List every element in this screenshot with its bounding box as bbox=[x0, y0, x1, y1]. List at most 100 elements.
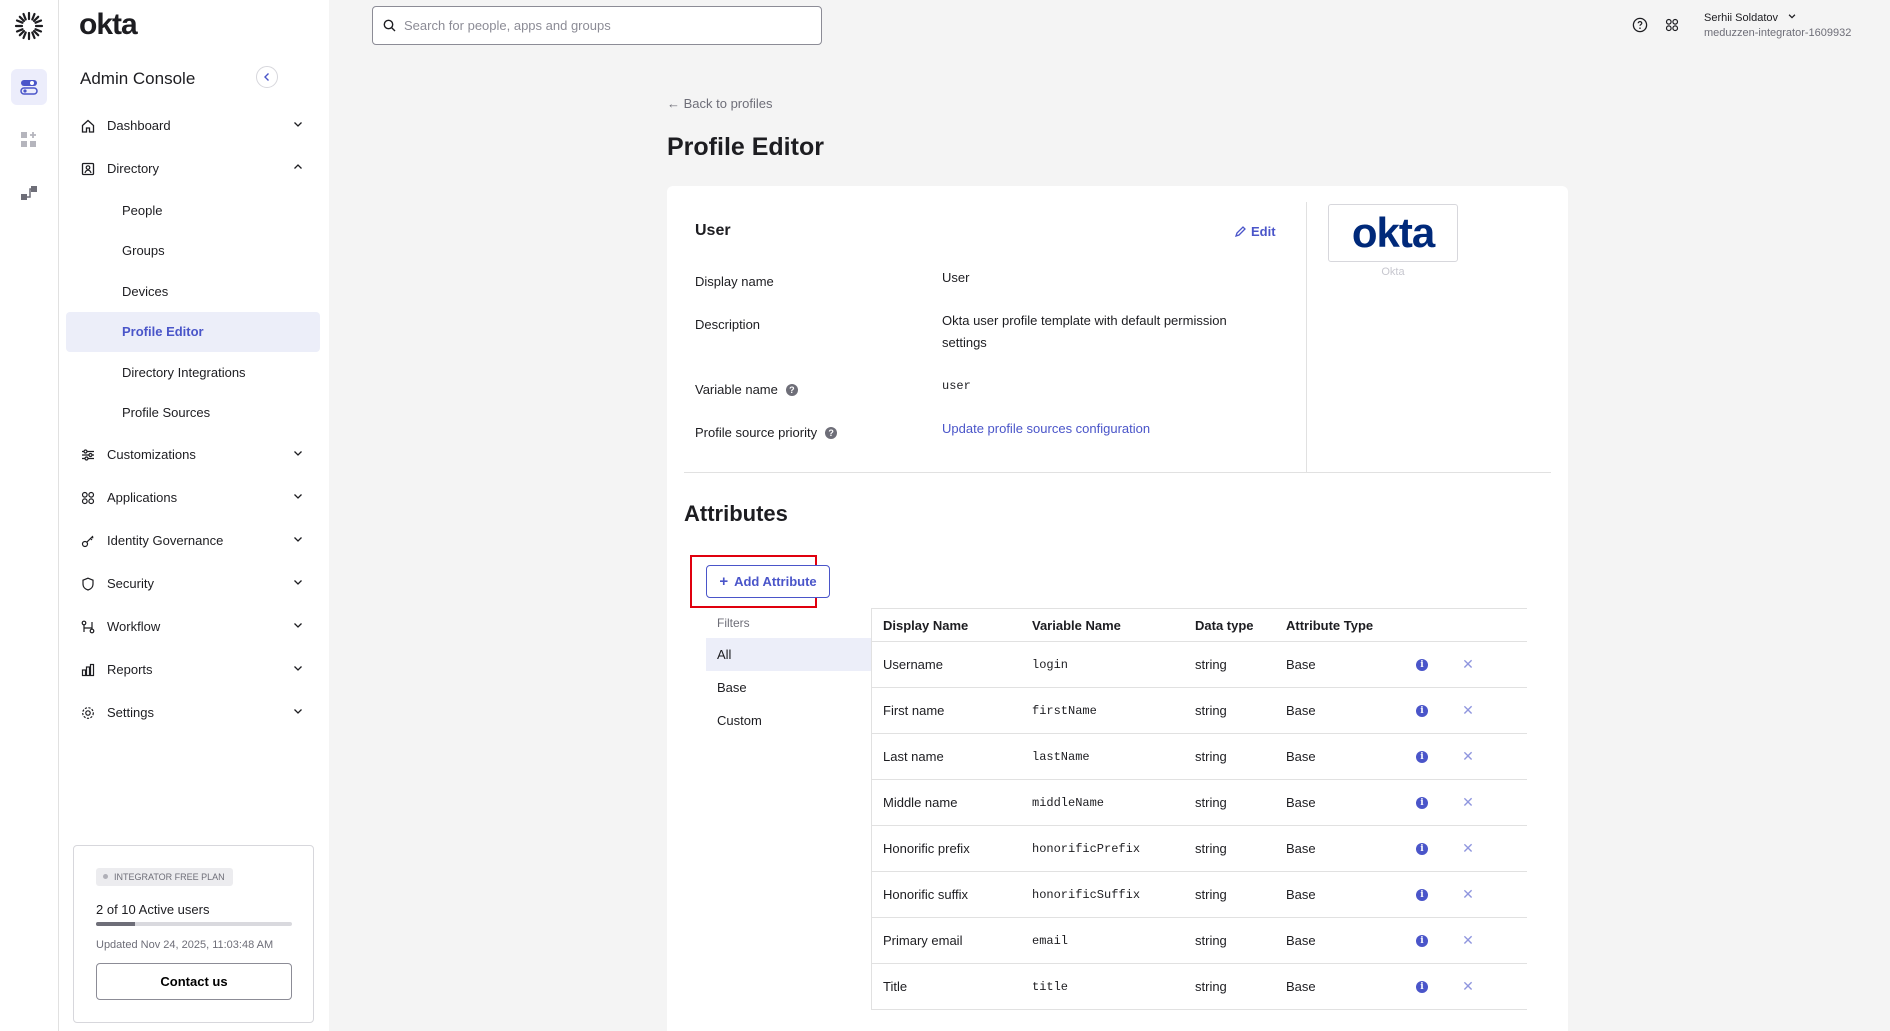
user-menu[interactable]: Serhii Soldatov bbox=[1704, 11, 1797, 24]
help-icon[interactable] bbox=[1631, 16, 1649, 34]
add-attribute-button[interactable]: + Add Attribute bbox=[706, 565, 830, 598]
table-header: Display Name Variable Name Data type Att… bbox=[872, 608, 1527, 642]
display-name-label: Display name bbox=[695, 274, 774, 289]
table-body: Username login string Base i ✕ First name first… bbox=[872, 642, 1527, 1010]
info-icon[interactable]: i bbox=[1416, 888, 1428, 901]
attribute-display-name[interactable]: Username bbox=[872, 657, 1032, 672]
filter-all[interactable]: All bbox=[706, 638, 871, 671]
nav-dashboard[interactable]: Dashboard bbox=[66, 104, 320, 147]
attributes-table: Display Name Variable Name Data type Att… bbox=[871, 608, 1527, 1010]
info-icon[interactable]: i bbox=[1416, 796, 1428, 809]
delete-icon[interactable]: ✕ bbox=[1462, 978, 1474, 995]
attribute-type: Base bbox=[1286, 841, 1316, 856]
variable-name-label: Variable name? bbox=[695, 382, 798, 397]
sidebar-item-people[interactable]: People bbox=[66, 190, 320, 231]
sidebar-nav: Dashboard Directory People Groups Device… bbox=[66, 104, 320, 734]
info-icon[interactable]: i bbox=[1416, 980, 1428, 993]
collapse-sidebar-button[interactable] bbox=[256, 66, 278, 88]
edit-profile-button[interactable]: Edit bbox=[1235, 224, 1276, 239]
attribute-display-name[interactable]: Last name bbox=[872, 749, 1032, 764]
attribute-variable-name: honorificSuffix bbox=[1032, 887, 1141, 902]
chevron-down-icon bbox=[294, 709, 302, 714]
integrations-icon[interactable] bbox=[11, 175, 47, 211]
nav-label: Reports bbox=[107, 662, 153, 677]
contact-us-button[interactable]: Contact us bbox=[96, 963, 292, 1000]
nav-directory[interactable]: Directory bbox=[66, 147, 320, 190]
nav-reports[interactable]: Reports bbox=[66, 648, 320, 691]
attribute-display-name[interactable]: Honorific suffix bbox=[872, 887, 1032, 902]
sidebar-item-groups[interactable]: Groups bbox=[66, 231, 320, 272]
attributes-title: Attributes bbox=[684, 501, 788, 526]
chevron-down-icon bbox=[294, 580, 302, 585]
info-icon[interactable]: i bbox=[1416, 750, 1428, 763]
info-icon[interactable]: i bbox=[1416, 704, 1428, 717]
attribute-type: Base bbox=[1286, 979, 1316, 994]
info-icon[interactable]: i bbox=[1416, 658, 1428, 671]
filter-base[interactable]: Base bbox=[706, 671, 871, 704]
logo-caption: Okta bbox=[1381, 266, 1405, 278]
nav-applications[interactable]: Applications bbox=[66, 476, 320, 519]
delete-icon[interactable]: ✕ bbox=[1462, 702, 1474, 719]
nav-label: Directory bbox=[107, 161, 160, 176]
org-name: meduzzen-integrator-1609932 bbox=[1704, 27, 1852, 39]
pencil-icon bbox=[1235, 226, 1246, 237]
delete-icon[interactable]: ✕ bbox=[1462, 794, 1474, 811]
home-icon bbox=[80, 118, 96, 134]
updated-timestamp: Updated Nov 24, 2025, 11:03:48 AM bbox=[96, 939, 274, 951]
app-switcher-icon[interactable] bbox=[1663, 16, 1681, 34]
attribute-display-name[interactable]: Primary email bbox=[872, 933, 1032, 948]
back-to-profiles-link[interactable]: ← Back to profiles bbox=[667, 96, 773, 111]
attribute-data-type: string bbox=[1195, 979, 1227, 994]
add-attribute-label: Add Attribute bbox=[734, 574, 817, 589]
attribute-variable-name: honorificPrefix bbox=[1032, 841, 1141, 856]
chevron-down-icon bbox=[294, 623, 302, 628]
help-icon[interactable]: ? bbox=[785, 383, 798, 396]
sidebar-item-devices[interactable]: Devices bbox=[66, 271, 320, 312]
attribute-type: Base bbox=[1286, 657, 1316, 672]
app-logo: okta bbox=[1328, 204, 1458, 262]
nav-security[interactable]: Security bbox=[66, 562, 320, 605]
column-header: Display Name bbox=[883, 617, 969, 633]
delete-icon[interactable]: ✕ bbox=[1462, 748, 1474, 765]
delete-icon[interactable]: ✕ bbox=[1462, 886, 1474, 903]
attribute-type: Base bbox=[1286, 887, 1316, 902]
attribute-display-name[interactable]: Honorific prefix bbox=[872, 841, 1032, 856]
chevron-left-icon bbox=[264, 73, 269, 81]
filters-heading: Filters bbox=[717, 616, 750, 630]
update-profile-sources-link[interactable]: Update profile sources configuration bbox=[942, 418, 1262, 440]
attribute-data-type: string bbox=[1195, 657, 1227, 672]
attribute-data-type: string bbox=[1195, 749, 1227, 764]
table-row: Honorific prefix honorificPrefix string Bas… bbox=[872, 826, 1527, 872]
sidebar-item-profile-sources[interactable]: Profile Sources bbox=[66, 393, 320, 434]
global-search[interactable] bbox=[372, 6, 822, 45]
delete-icon[interactable]: ✕ bbox=[1462, 840, 1474, 857]
filter-custom[interactable]: Custom bbox=[706, 704, 871, 737]
info-icon[interactable]: i bbox=[1416, 934, 1428, 947]
nav-workflow[interactable]: Workflow bbox=[66, 605, 320, 648]
okta-sunburst-icon[interactable] bbox=[14, 11, 44, 41]
nav-identity-governance[interactable]: Identity Governance bbox=[66, 519, 320, 562]
attribute-data-type: string bbox=[1195, 703, 1227, 718]
delete-icon[interactable]: ✕ bbox=[1462, 932, 1474, 949]
okta-logo[interactable]: okta bbox=[79, 8, 138, 42]
attribute-display-name[interactable]: Title bbox=[872, 979, 1032, 994]
delete-icon[interactable]: ✕ bbox=[1462, 656, 1474, 673]
plan-badge: INTEGRATOR FREE PLAN bbox=[96, 868, 233, 886]
search-input[interactable] bbox=[404, 18, 804, 33]
attribute-display-name[interactable]: First name bbox=[872, 703, 1032, 718]
chevron-down-icon bbox=[294, 537, 302, 542]
info-icon[interactable]: i bbox=[1416, 842, 1428, 855]
help-icon[interactable]: ? bbox=[825, 426, 838, 439]
nav-customizations[interactable]: Customizations bbox=[66, 433, 320, 476]
attribute-display-name[interactable]: Middle name bbox=[872, 795, 1032, 810]
attribute-data-type: string bbox=[1195, 933, 1227, 948]
profile-source-priority-label: Profile source priority? bbox=[695, 425, 838, 440]
attribute-type: Base bbox=[1286, 933, 1316, 948]
key-icon bbox=[80, 533, 96, 549]
sidebar-item-directory-integrations[interactable]: Directory Integrations bbox=[66, 352, 320, 393]
nav-settings[interactable]: Settings bbox=[66, 691, 320, 734]
chevron-up-icon bbox=[294, 164, 302, 169]
admin-toggle-icon[interactable] bbox=[11, 69, 47, 105]
apps-add-icon[interactable] bbox=[11, 122, 47, 158]
sidebar-item-profile-editor[interactable]: Profile Editor bbox=[66, 311, 320, 352]
